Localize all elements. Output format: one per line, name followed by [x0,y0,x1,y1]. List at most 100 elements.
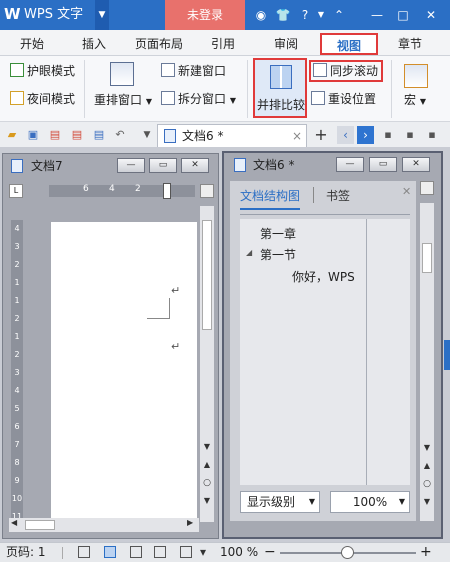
zoom-dropdown-icon[interactable]: ▾ [200,543,206,562]
display-level-select[interactable]: 显示级别 ▼ [240,491,320,513]
scrollbar-thumb[interactable] [202,220,212,330]
split-window-button[interactable]: 拆分窗口 ▼ [161,91,236,109]
login-button[interactable]: 未登录 [165,0,245,30]
tab-bookmarks[interactable]: 书签 [326,187,350,204]
scroll-right-icon[interactable]: ▶ [187,518,193,527]
browse-object-icon[interactable]: ○ [420,479,434,489]
outline-item[interactable]: 第一章 [260,225,296,242]
document-tab[interactable]: 文档6 * × [157,124,307,147]
undo-icon[interactable]: ↶ [113,128,127,142]
rearrange-window-button[interactable]: 重排窗口 ▼ [94,92,152,110]
new-tab-icon[interactable]: + [314,127,328,143]
pdf-icon[interactable]: ▤ [48,128,62,142]
left-vertical-scrollbar[interactable]: ▼ ▲ ○ ▼ [200,206,214,522]
minimize-icon[interactable]: — [117,158,145,173]
ruler-toggle-icon[interactable] [420,181,434,195]
tab-document-map[interactable]: 文档结构图 [240,187,301,210]
zoom-out-icon[interactable]: − [264,543,276,562]
left-horizontal-scrollbar[interactable]: ◀ ▶ [9,518,199,532]
night-mode-label: 夜间模式 [27,92,76,106]
tab-page-layout[interactable]: 页面布局 [128,33,190,55]
close-icon[interactable]: ✕ [422,6,440,24]
sync-scroll-button[interactable]: 同步滚动 [309,60,383,82]
web-view-icon[interactable] [180,546,192,558]
side-by-side-button[interactable]: 并排比较 [253,58,307,118]
close-icon[interactable]: ✕ [181,158,209,173]
indent-marker[interactable] [163,183,171,199]
reset-position-button[interactable]: 重设位置 [311,91,376,109]
scroll-down-icon[interactable]: ▼ [200,442,214,451]
tab-insert[interactable]: 插入 [72,33,116,55]
divider [240,214,410,215]
scrollbar-thumb[interactable] [25,520,55,530]
print-icon[interactable]: ▤ [70,128,84,142]
minimize-icon[interactable]: — [368,6,386,24]
tab-stop-selector[interactable]: L [9,184,23,198]
app-menu-dropdown[interactable]: ▼ [95,0,109,30]
ruler-number: 3 [14,242,20,251]
macro-button[interactable]: 宏 ▼ [404,92,426,110]
doc-more-icon[interactable]: ▪ [425,128,439,142]
next-page-icon[interactable]: ▼ [420,497,434,506]
zoom-select[interactable]: 100% ▼ [330,491,410,513]
open-folder-icon[interactable]: ▰ [5,128,19,142]
outline-item[interactable]: 你好，WPS [292,268,355,285]
save-icon[interactable]: ▣ [26,128,40,142]
zoom-slider-thumb[interactable] [341,546,354,559]
doc-view-icon[interactable]: ▪ [381,128,395,142]
tab-references[interactable]: 引用 [201,33,245,55]
quick-access-bar: ▰ ▣ ▤ ▤ ▤ ↶ ▼ 文档6 * × + ‹ › ▪ ▪ ▪ [0,122,450,148]
skin-icon[interactable]: ◉ [252,6,270,24]
preview-icon[interactable]: ▤ [92,128,106,142]
vertical-ruler[interactable]: 4 3 2 1 1 2 1 2 3 4 5 6 7 8 9 10 11 [11,220,23,524]
eye-mode-button[interactable]: 护眼模式 [10,63,75,81]
right-window-title: 文档6 * [253,158,295,172]
scrollbar-thumb[interactable] [422,243,432,273]
close-tab-icon[interactable]: × [292,128,302,144]
maximize-icon[interactable]: □ [394,6,412,24]
tab-home[interactable]: 开始 [10,33,54,55]
tab-scroll-left-icon[interactable]: ‹ [337,126,354,144]
horizontal-ruler[interactable]: 6 4 2 [49,183,195,199]
divider [62,547,63,559]
next-page-icon[interactable]: ▼ [200,496,214,505]
macro-icon[interactable] [404,64,428,88]
ruler-toggle-icon[interactable] [200,184,214,198]
document-page[interactable]: ↵ ↵ [51,222,197,522]
page-number-label[interactable]: 页码: 1 [6,543,46,562]
collapse-arrow-icon[interactable]: ◢ [246,248,252,257]
collapse-ribbon-icon[interactable]: ⌃ [330,6,348,24]
left-window-title: 文档7 [31,159,63,173]
shirt-icon[interactable]: 👕 [274,6,292,24]
scroll-down-icon[interactable]: ▼ [420,443,434,452]
right-vertical-scrollbar[interactable]: ▼ ▲ ○ ▼ [420,203,434,521]
new-window-button[interactable]: 新建窗口 [161,63,226,81]
customize-dropdown-icon[interactable]: ▼ [140,128,154,142]
tab-chapter[interactable]: 章节 [388,33,432,55]
close-icon[interactable]: ✕ [402,157,430,172]
browse-object-icon[interactable]: ○ [200,478,214,488]
close-nav-pane-icon[interactable]: ✕ [402,185,411,198]
ruler-number: 2 [14,314,20,323]
wps-logo-icon: W [4,5,21,23]
minimize-icon[interactable]: — [336,157,364,172]
night-mode-button[interactable]: 夜间模式 [10,91,75,109]
reading-view-icon[interactable] [154,546,166,558]
scroll-left-icon[interactable]: ◀ [11,518,17,527]
page-view-icon[interactable] [104,546,116,558]
fullscreen-icon[interactable] [78,546,90,558]
zoom-in-icon[interactable]: + [420,543,432,562]
tab-review[interactable]: 审阅 [264,33,308,55]
rearrange-window-icon[interactable] [110,62,134,86]
outline-item[interactable]: 第一节 [260,246,296,263]
help-dropdown-icon[interactable]: ▼ [312,6,330,24]
tab-scroll-right-icon[interactable]: › [357,126,374,144]
prev-page-icon[interactable]: ▲ [420,461,434,470]
doc-list-icon[interactable]: ▪ [403,128,417,142]
tab-view[interactable]: 视图 [320,33,378,55]
prev-page-icon[interactable]: ▲ [200,460,214,469]
restore-icon[interactable]: ▭ [369,157,397,172]
restore-icon[interactable]: ▭ [149,158,177,173]
outline-view-icon[interactable] [130,546,142,558]
side-panel-toggle[interactable] [444,340,450,370]
